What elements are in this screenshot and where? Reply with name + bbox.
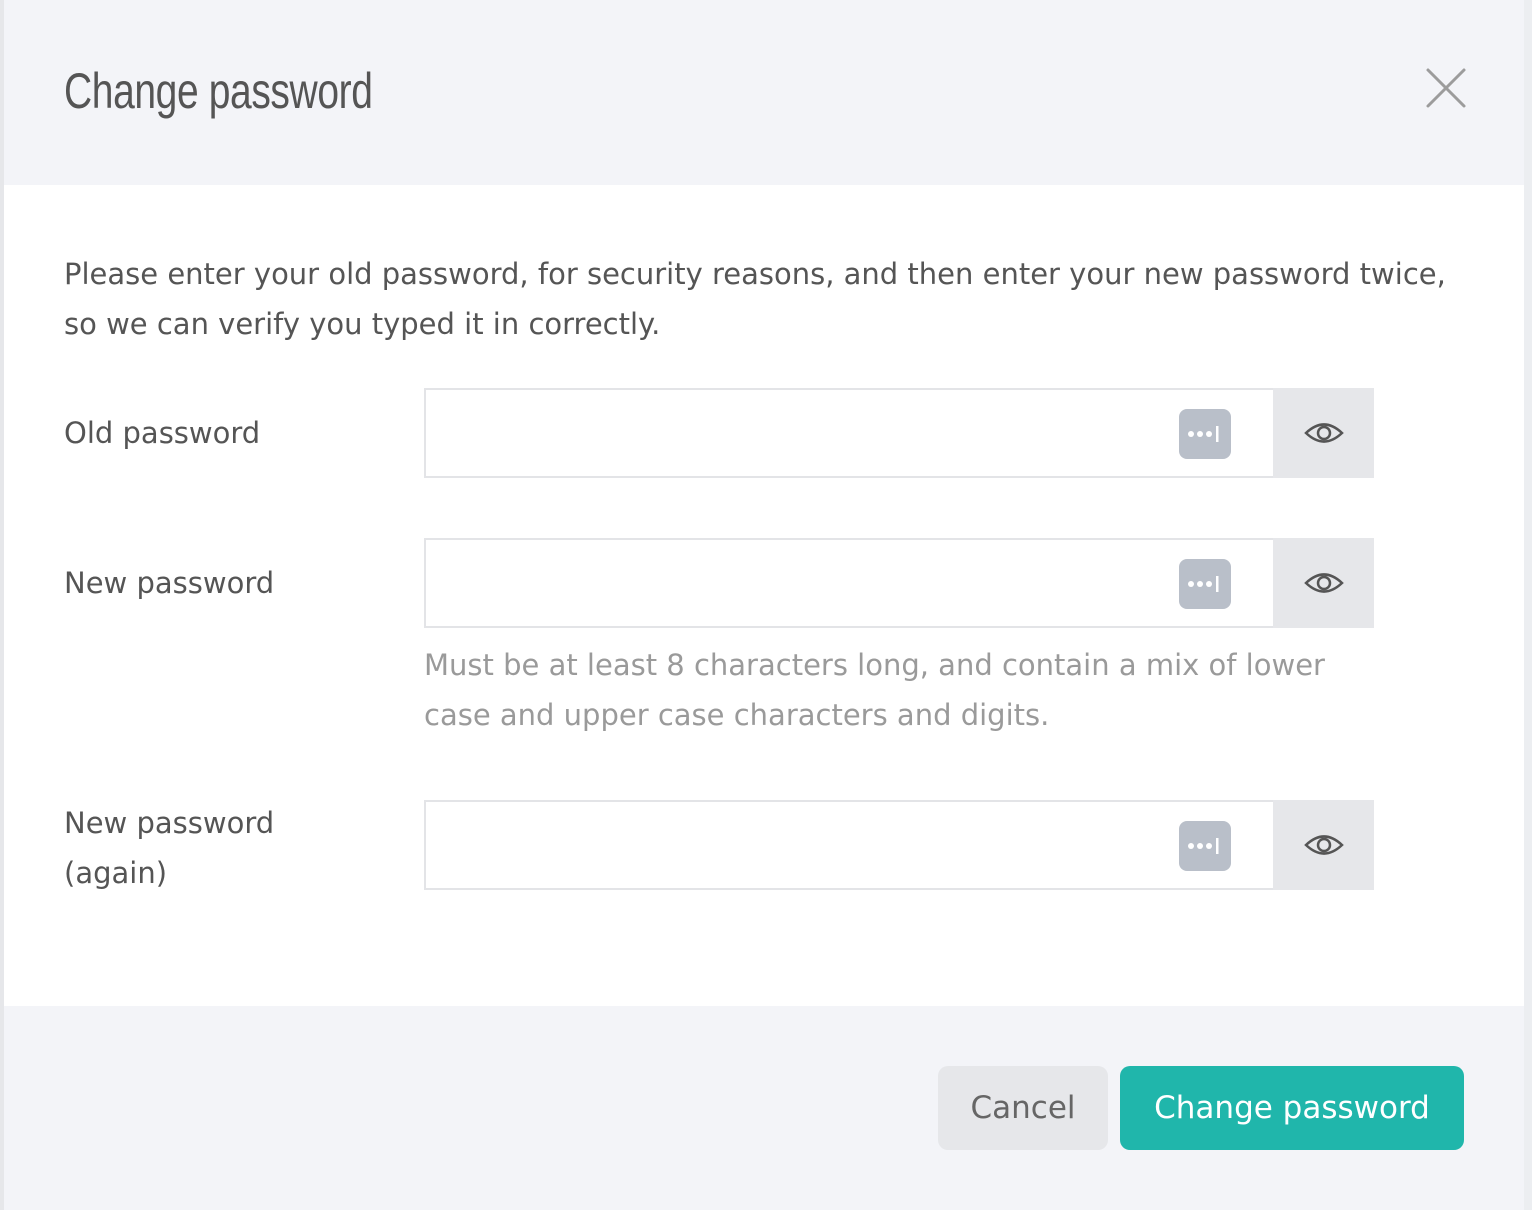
confirm-password-group	[424, 800, 1374, 890]
old-password-field-wrapper	[424, 388, 1273, 478]
confirm-password-label: New password (again)	[64, 806, 275, 890]
toggle-visibility-button[interactable]	[1273, 388, 1374, 478]
new-password-label: New password	[64, 566, 275, 600]
eye-icon	[1303, 573, 1344, 593]
cancel-button[interactable]: Cancel	[938, 1066, 1108, 1150]
password-manager-icon[interactable]	[1179, 559, 1231, 609]
scrollbar-track[interactable]	[1524, 0, 1532, 1210]
toggle-visibility-button[interactable]	[1273, 800, 1374, 890]
confirm-password-field-wrapper	[424, 800, 1273, 890]
eye-icon	[1303, 835, 1344, 855]
eye-icon	[1303, 423, 1344, 443]
old-password-group	[424, 388, 1374, 478]
password-manager-icon[interactable]	[1179, 409, 1231, 459]
close-icon	[1426, 68, 1466, 108]
password-manager-icon[interactable]	[1179, 821, 1231, 871]
change-password-button[interactable]: Change password	[1120, 1066, 1464, 1150]
change-password-dialog: Change password Please enter your old pa…	[4, 0, 1524, 1210]
new-password-field-wrapper	[424, 538, 1273, 628]
old-password-label: Old password	[64, 416, 261, 450]
old-password-input[interactable]	[426, 390, 1273, 476]
new-password-input[interactable]	[426, 540, 1273, 626]
dialog-header: Change password	[4, 0, 1524, 185]
dialog-footer: Cancel Change password	[4, 1006, 1524, 1210]
password-requirements-hint: Must be at least 8 characters long, and …	[424, 648, 1325, 732]
confirm-password-input[interactable]	[426, 802, 1273, 888]
intro-text: Please enter your old password, for secu…	[64, 257, 1446, 341]
toggle-visibility-button[interactable]	[1273, 538, 1374, 628]
dialog-body: Please enter your old password, for secu…	[4, 185, 1524, 1006]
dialog-title: Change password	[64, 63, 373, 119]
close-button[interactable]	[1416, 58, 1470, 112]
new-password-group	[424, 538, 1374, 628]
